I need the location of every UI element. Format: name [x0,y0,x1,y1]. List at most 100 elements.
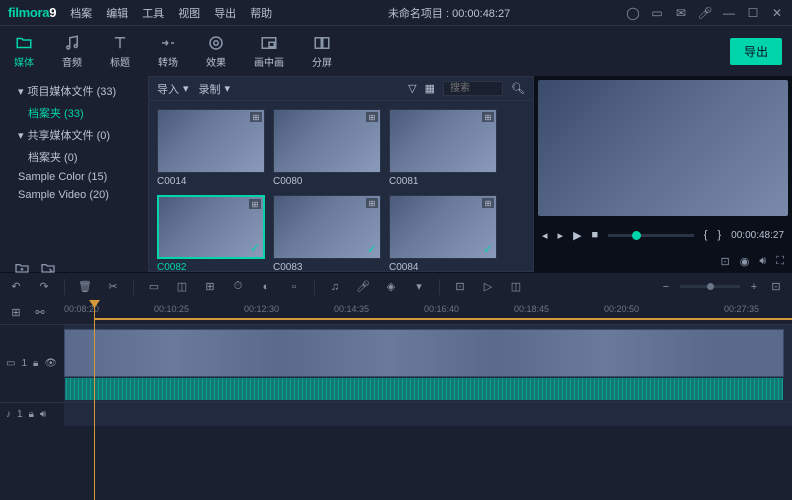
media-thumb[interactable]: ⊞✓C0084 [389,195,497,271]
tab-transition[interactable]: 转场 [152,30,184,73]
search-icon[interactable]: 🔍︎ [511,82,525,95]
sidebar-item-folder-selected[interactable]: 档案夹 (33) [0,102,148,124]
timeline: ⊞ ⚯ ▭ 1 🔒︎ 👁︎ ♪ 1 🔒︎ 🔊︎ 00:08:20 00:10:2… [0,300,792,500]
new-folder-icon[interactable] [14,260,30,276]
tab-title[interactable]: 标题 [104,30,136,73]
play-button[interactable]: ▶ [573,229,581,242]
tab-pip[interactable]: 画中画 [248,30,290,73]
export-button[interactable]: 导出 [730,38,782,65]
media-thumb[interactable]: ⊞C0014 [157,109,265,187]
fullscreen-icon[interactable]: ⛶ [776,255,784,268]
redo-button[interactable]: ↷ [36,279,52,295]
track-settings-icon[interactable]: ⊞ [8,304,24,320]
folder-icon [15,34,33,52]
record-tool-icon[interactable]: ⊡ [452,279,468,295]
video-badge-icon: ⊞ [249,199,261,209]
media-thumb[interactable]: ⊞C0080 [273,109,381,187]
minimize-icon[interactable]: — [722,6,736,20]
speed-icon[interactable]: ⏱︎ [230,279,246,295]
folder-arrow-icon[interactable] [40,260,56,276]
audio-mixer-icon[interactable]: ♫ [327,279,343,295]
text-icon [111,34,129,52]
effect-icon [207,34,225,52]
edit-tool-icon[interactable]: ▭ [146,279,162,295]
lock-icon[interactable]: 🔒︎ [29,409,34,420]
video-badge-icon: ⊞ [482,198,494,208]
voice-icon[interactable]: 🎤︎ [355,279,371,295]
import-dropdown[interactable]: 导入 ▾ [157,81,189,97]
track-icon[interactable]: ◫ [508,279,524,295]
mute-icon[interactable]: 🔊︎ [40,409,46,420]
video-track-icon: ▭ [6,358,15,369]
link-icon[interactable]: ⚯ [32,304,48,320]
video-track-header[interactable]: ▭ 1 🔒︎ 👁︎ [0,324,64,402]
menu-help[interactable]: 帮助 [250,5,272,21]
undo-button[interactable]: ↶ [8,279,24,295]
display-icon[interactable]: ⊡ [721,255,730,268]
menu-edit[interactable]: 编辑 [106,5,128,21]
lock-icon[interactable]: 🔒︎ [33,358,38,369]
sidebar-item-shared-media[interactable]: ▾共享媒体文件 (0) [0,124,148,146]
sidebar-item-sample-video[interactable]: Sample Video (20) [0,186,148,204]
search-input[interactable] [443,81,503,96]
audio-track-header[interactable]: ♪ 1 🔒︎ 🔊︎ [0,402,64,426]
crop-tool-icon[interactable]: ◫ [174,279,190,295]
visibility-icon[interactable]: 👁︎ [44,358,57,369]
menu-export[interactable]: 导出 [214,5,236,21]
playhead[interactable] [94,300,95,500]
media-thumb[interactable]: ⊞C0081 [389,109,497,187]
media-thumb-selected[interactable]: ⊞✓C0082 [157,195,265,271]
zoom-fit-icon[interactable]: ⊡ [768,279,784,295]
menu-tools[interactable]: 工具 [142,5,164,21]
snapshot-icon[interactable]: ◉ [740,255,750,268]
menu-view[interactable]: 视图 [178,5,200,21]
view-grid-icon[interactable]: ▦ [425,82,435,95]
mail-icon[interactable]: ✉ [674,6,688,20]
media-thumb[interactable]: ⊞✓C0083 [273,195,381,271]
zoom-in-button[interactable]: + [746,279,762,295]
delete-button[interactable]: 🗑︎ [77,279,93,295]
adjust-icon[interactable]: ⊞ [202,279,218,295]
step-back-button[interactable]: ▸ [558,229,564,242]
filter-icon[interactable]: ▽ [408,82,416,95]
video-badge-icon: ⊞ [482,112,494,122]
tab-effect[interactable]: 效果 [200,30,232,73]
preview-progress[interactable] [608,234,694,237]
green-screen-icon[interactable]: ▫ [286,279,302,295]
check-icon: ✓ [483,242,493,256]
cut-button[interactable]: ✂︎ [105,279,121,295]
record-dropdown[interactable]: 录制 ▾ [199,81,231,97]
volume-icon[interactable]: 🔊︎ [759,255,766,268]
tab-split[interactable]: 分屏 [306,30,338,73]
sidebar-item-sample-color[interactable]: Sample Color (15) [0,168,148,186]
titlebar: filmora9 档案 编辑 工具 视图 导出 帮助 未命名项目 : 00:00… [0,0,792,26]
prev-frame-button[interactable]: ◂ [542,229,548,242]
sidebar-item-folder-empty[interactable]: 档案夹 (0) [0,146,148,168]
notify-icon[interactable]: ▭ [650,6,664,20]
preview-video[interactable] [538,80,788,216]
sidebar-item-project-media[interactable]: ▾项目媒体文件 (33) [0,80,148,102]
menu-file[interactable]: 档案 [70,5,92,21]
keyframe-icon[interactable]: ◈ [383,279,399,295]
tab-audio[interactable]: 音频 [56,30,88,73]
mic-icon[interactable]: 🎤︎ [698,6,712,20]
zoom-out-button[interactable]: − [658,279,674,295]
audio-track[interactable] [64,402,792,426]
main-menu: 档案 编辑 工具 视图 导出 帮助 [70,5,272,21]
video-track[interactable] [64,324,792,402]
tab-media[interactable]: 媒体 [8,30,40,73]
timeline-ruler[interactable]: 00:08:20 00:10:25 00:12:30 00:14:35 00:1… [64,300,792,324]
zoom-slider[interactable] [680,285,740,288]
chevron-down-icon: ▾ [225,82,231,95]
close-icon[interactable]: ✕ [770,6,784,20]
mark-out-icon[interactable]: } [717,229,721,241]
render-icon[interactable]: ▷ [480,279,496,295]
stop-button[interactable]: ■ [592,229,599,241]
maximize-icon[interactable]: ☐ [746,6,760,20]
mark-in-icon[interactable]: { [704,229,708,241]
timeline-clip[interactable] [64,329,784,377]
split-icon [313,34,331,52]
marker-icon[interactable]: ▾ [411,279,427,295]
user-icon[interactable]: ◯ [626,6,640,20]
color-icon[interactable]: ◐ [258,279,274,295]
